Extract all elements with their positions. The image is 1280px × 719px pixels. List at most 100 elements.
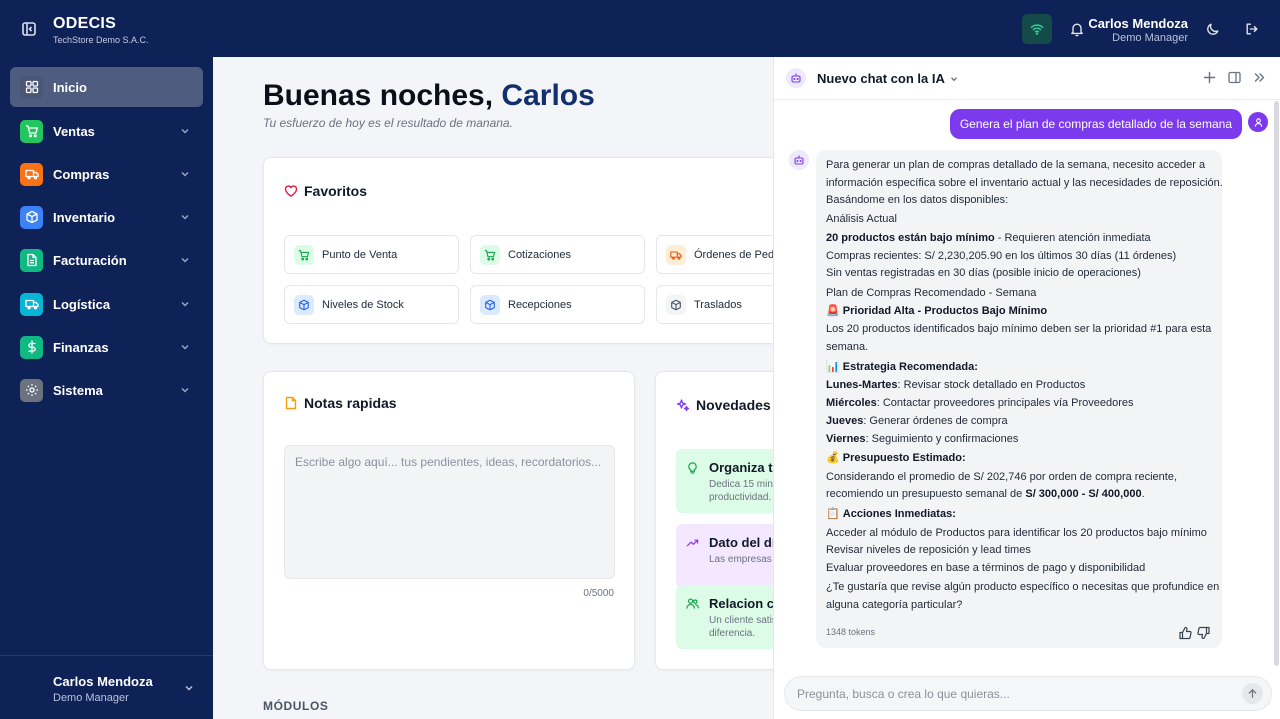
chart-emoji-icon: 📊: [826, 361, 840, 373]
logout-icon[interactable]: [1244, 21, 1260, 37]
user-message: Genera el plan de compras detallado de l…: [949, 109, 1242, 139]
favorite-traslados[interactable]: Traslados: [656, 285, 773, 324]
notes-textarea[interactable]: [284, 445, 615, 579]
favorite-recepciones[interactable]: Recepciones: [470, 285, 645, 324]
page-title: Buenas noches, Carlos: [263, 79, 595, 113]
chevron-down-icon: [950, 76, 957, 81]
truck-icon: [666, 244, 686, 265]
arrow-up-icon: [1248, 689, 1257, 698]
sidebar-item-facturacion[interactable]: Facturación: [10, 240, 203, 280]
bell-icon[interactable]: [1069, 21, 1085, 37]
news-card: Novedades Organiza tu día Dedica 15 minu…: [655, 371, 773, 670]
message-line: Miércoles: Contactar proveedores princip…: [826, 397, 1134, 409]
favorite-label: Órdenes de Pedido: [694, 248, 773, 261]
wifi-icon: [1030, 24, 1044, 35]
message-line: Los 20 productos identificados bajo míni…: [826, 323, 1212, 335]
dollar-icon: [20, 335, 43, 359]
plus-icon[interactable]: [1202, 70, 1217, 85]
heart-icon: [284, 185, 298, 197]
message-line: alguna categoría particular?: [826, 599, 963, 611]
box-icon: [20, 205, 43, 229]
collapse-panel-icon[interactable]: [1252, 70, 1267, 85]
favorite-cotizaciones[interactable]: Cotizaciones: [470, 235, 645, 274]
message-line: Viernes: Seguimiento y confirmaciones: [826, 433, 1019, 445]
panel-layout-icon[interactable]: [1227, 70, 1242, 85]
bot-icon: [786, 68, 806, 88]
news-item-title: Dato del día: [709, 535, 773, 550]
gear-icon: [20, 378, 43, 402]
favorites-title: Favoritos: [284, 183, 367, 199]
sidebar-item-ventas[interactable]: Ventas: [10, 111, 203, 151]
chevron-down-icon: [181, 301, 189, 307]
news-title: Novedades: [676, 397, 771, 413]
alert-emoji-icon: 🚨: [826, 305, 840, 317]
sidebar-item-sistema[interactable]: Sistema: [10, 370, 203, 410]
message-line: Basándome en los datos disponibles:: [826, 194, 1009, 206]
sidebar-item-label: Logística: [53, 296, 111, 312]
chat-title[interactable]: Nuevo chat con la IA: [817, 71, 959, 86]
news-item[interactable]: Dato del día Las empresas que: [676, 524, 773, 588]
chat-input[interactable]: [797, 677, 1227, 710]
favorite-label: Cotizaciones: [508, 248, 571, 261]
thumbs-up-icon[interactable]: [1178, 626, 1192, 640]
sidebar-user[interactable]: Carlos Mendoza Demo Manager: [53, 674, 153, 704]
chevron-down-icon: [181, 214, 189, 220]
sidebar: Inicio Ventas Compras Inventario Factura…: [0, 57, 213, 719]
message-line: Compras recientes: S/ 2,230,205.90 en lo…: [826, 250, 1177, 262]
money-bag-emoji-icon: 💰: [826, 452, 840, 464]
user-role: Demo Manager: [1112, 32, 1188, 44]
sidebar-item-inventario[interactable]: Inventario: [10, 197, 203, 237]
grid-icon: [20, 75, 43, 99]
message-line: 📋 Acciones Inmediatas:: [826, 508, 956, 520]
notes-counter: 0/5000: [583, 588, 614, 599]
news-item-title: Organiza tu día: [709, 460, 773, 475]
sidebar-item-label: Inicio: [53, 79, 87, 95]
sidebar-item-label: Facturación: [53, 252, 127, 268]
users-icon: [686, 598, 699, 609]
news-item[interactable]: Relacion con Un cliente satisfecho difer…: [676, 585, 773, 649]
favorite-punto-de-venta[interactable]: Punto de Venta: [284, 235, 459, 274]
brand: ODECIS TechStore Demo S.A.C.: [53, 15, 149, 45]
message-line: Sin ventas registradas en 30 días (posib…: [826, 267, 1141, 279]
company-name: TechStore Demo S.A.C.: [53, 35, 149, 45]
chevron-down-icon[interactable]: [183, 682, 195, 694]
user-menu[interactable]: Carlos Mendoza Demo Manager: [1088, 16, 1188, 44]
sidebar-item-finanzas[interactable]: Finanzas: [10, 327, 203, 367]
message-line: Para generar un plan de compras detallad…: [826, 159, 1206, 171]
favorite-label: Recepciones: [508, 298, 572, 311]
ai-chat-panel: Nuevo chat con la IA Genera el plan de c…: [773, 57, 1280, 719]
greeting-name: Carlos: [501, 79, 595, 112]
connection-status-button[interactable]: [1022, 14, 1052, 44]
thumbs-down-icon[interactable]: [1197, 626, 1211, 640]
favorite-label: Punto de Venta: [322, 248, 398, 261]
sidebar-user-role: Demo Manager: [53, 692, 129, 704]
favorite-ordenes-de-pedido[interactable]: Órdenes de Pedido: [656, 235, 773, 274]
sidebar-item-compras[interactable]: Compras: [10, 154, 203, 194]
sparkles-icon: [676, 399, 690, 412]
message-line: 💰 Presupuesto Estimado:: [826, 452, 966, 464]
news-item-text: Un cliente satisfecho diferencia.: [709, 615, 773, 639]
sidebar-item-logistica[interactable]: Logística: [10, 284, 203, 324]
favorite-label: Traslados: [694, 298, 742, 311]
chat-scrollbar[interactable]: [1274, 101, 1279, 666]
notes-card: Notas rapidas 0/5000: [263, 371, 635, 670]
sidebar-toggle-icon[interactable]: [19, 19, 39, 39]
note-icon: [285, 396, 297, 410]
notes-title: Notas rapidas: [284, 395, 397, 411]
token-count: 1348 tokens: [826, 627, 876, 637]
message-line: recomiendo un presupuesto semanal de S/ …: [826, 488, 1145, 500]
message-line: 🚨 Prioridad Alta - Productos Bajo Mínimo: [826, 305, 1048, 317]
assistant-message: Para generar un plan de compras detallad…: [816, 150, 1223, 648]
news-item[interactable]: Organiza tu día Dedica 15 minutos produc…: [676, 449, 773, 513]
truck-icon: [20, 292, 43, 316]
favorite-niveles-de-stock[interactable]: Niveles de Stock: [284, 285, 459, 324]
favorites-card: Favoritos Punto de Venta Cotizaciones Ór…: [263, 157, 773, 344]
sidebar-item-inicio[interactable]: Inicio: [10, 67, 203, 107]
chat-header: Nuevo chat con la IA: [774, 57, 1280, 100]
moon-icon[interactable]: [1205, 21, 1221, 37]
cart-icon: [294, 244, 314, 265]
clipboard-emoji-icon: 📋: [826, 508, 840, 520]
sidebar-user-name: Carlos Mendoza: [53, 674, 153, 689]
top-bar: ODECIS TechStore Demo S.A.C. Carlos Mend…: [0, 0, 1280, 57]
send-button[interactable]: [1242, 683, 1263, 704]
